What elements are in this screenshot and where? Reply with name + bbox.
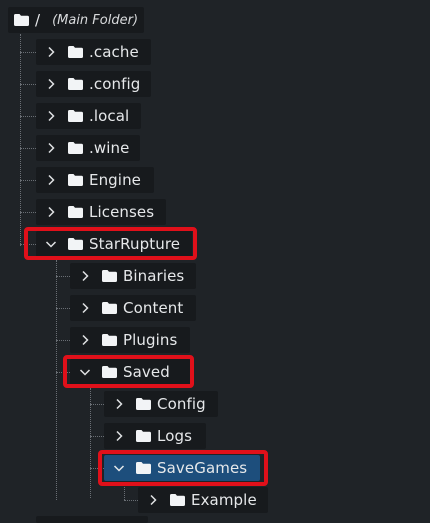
tree-guide-line	[56, 372, 70, 373]
tree-guide-line	[20, 180, 36, 181]
folder-icon	[101, 301, 117, 315]
folder-icon	[135, 429, 151, 443]
tree-item-binaries[interactable]: Binaries	[70, 263, 196, 289]
tree-item-savegames[interactable]: SaveGames	[104, 455, 260, 481]
tree-guide-line	[56, 260, 57, 500]
folder-icon	[67, 237, 83, 251]
tree-guide-line	[90, 436, 104, 437]
tree-item-label: SaveGames	[157, 459, 248, 477]
tree-guide-line	[124, 500, 138, 501]
chevron-right-icon[interactable]	[74, 295, 96, 321]
chevron-right-icon[interactable]	[40, 199, 62, 225]
tree-guide-line	[20, 84, 36, 85]
tree-guide-line	[56, 308, 70, 309]
folder-icon	[14, 13, 29, 27]
tree-item-saved[interactable]: Saved	[70, 359, 190, 385]
chevron-right-icon[interactable]	[40, 135, 62, 161]
chevron-right-icon[interactable]	[108, 391, 130, 417]
folder-icon	[67, 77, 83, 91]
tree-item-label: Binaries	[123, 267, 185, 285]
tree-guide-line	[124, 484, 125, 500]
folder-icon	[67, 45, 83, 59]
chevron-right-icon[interactable]	[40, 71, 62, 97]
tree-item-label: Engine	[89, 171, 142, 189]
tree-item-label: Content	[123, 299, 184, 317]
tree-item-label: StarRupture	[89, 235, 181, 253]
tree-item-engine[interactable]: Engine	[36, 167, 154, 193]
tree-guide-line	[20, 148, 36, 149]
folder-icon	[67, 173, 83, 187]
tree-item-label: Logs	[157, 427, 193, 445]
root-sublabel: (Main Folder)	[52, 12, 139, 28]
tree-item-local[interactable]: .local	[36, 103, 141, 129]
chevron-right-icon[interactable]	[40, 39, 62, 65]
root-label: /	[35, 11, 41, 29]
tree-item-label: .cache	[89, 43, 139, 61]
tree-item-saved-config[interactable]: Config	[104, 391, 218, 417]
tree-item-example[interactable]: Example	[138, 487, 268, 513]
tree-item-starrupture[interactable]: StarRupture	[36, 231, 192, 257]
folder-icon	[101, 269, 117, 283]
folder-icon	[101, 365, 117, 379]
folder-icon	[101, 333, 117, 347]
folder-tree: / (Main Folder) .cache .config .local .w…	[0, 0, 430, 523]
tree-item-label: Saved	[123, 363, 170, 381]
tree-guide-line	[90, 468, 104, 469]
chevron-down-icon[interactable]	[108, 455, 130, 481]
tree-item-content[interactable]: Content	[70, 295, 196, 321]
tree-item-label: .config	[89, 75, 141, 93]
tree-guide-line	[20, 244, 36, 245]
tree-item-logs[interactable]: Logs	[104, 423, 206, 449]
tree-item-label: Plugins	[123, 331, 178, 349]
chevron-right-icon[interactable]	[74, 327, 96, 353]
tree-item-cache[interactable]: .cache	[36, 39, 151, 65]
tree-guide-line	[20, 34, 21, 246]
tree-item-label: Licenses	[89, 203, 155, 221]
tree-root[interactable]: / (Main Folder)	[8, 7, 144, 33]
chevron-right-icon[interactable]	[108, 423, 130, 449]
tree-guide-line	[20, 52, 36, 53]
folder-icon	[135, 397, 151, 411]
tree-item-partial	[36, 516, 148, 523]
chevron-down-icon[interactable]	[74, 359, 96, 385]
tree-guide-line	[56, 340, 70, 341]
tree-item-label: .wine	[89, 139, 130, 157]
chevron-down-icon[interactable]	[40, 231, 62, 257]
tree-item-wine[interactable]: .wine	[36, 135, 140, 161]
tree-item-label: Config	[157, 395, 206, 413]
tree-item-label: Example	[191, 491, 257, 509]
tree-guide-line	[20, 116, 36, 117]
folder-icon	[67, 141, 83, 155]
tree-guide-line	[56, 276, 70, 277]
folder-icon	[67, 109, 83, 123]
folder-icon	[67, 205, 83, 219]
tree-guide-line	[20, 212, 36, 213]
folder-icon	[135, 461, 151, 475]
tree-item-plugins[interactable]: Plugins	[70, 327, 190, 353]
chevron-right-icon[interactable]	[142, 487, 164, 513]
tree-item-licenses[interactable]: Licenses	[36, 199, 166, 225]
tree-item-label: .local	[89, 107, 130, 125]
chevron-right-icon[interactable]	[74, 263, 96, 289]
folder-icon	[169, 493, 185, 507]
tree-guide-line	[90, 404, 104, 405]
tree-item-config[interactable]: .config	[36, 71, 151, 97]
chevron-right-icon[interactable]	[40, 167, 62, 193]
chevron-right-icon[interactable]	[40, 103, 62, 129]
